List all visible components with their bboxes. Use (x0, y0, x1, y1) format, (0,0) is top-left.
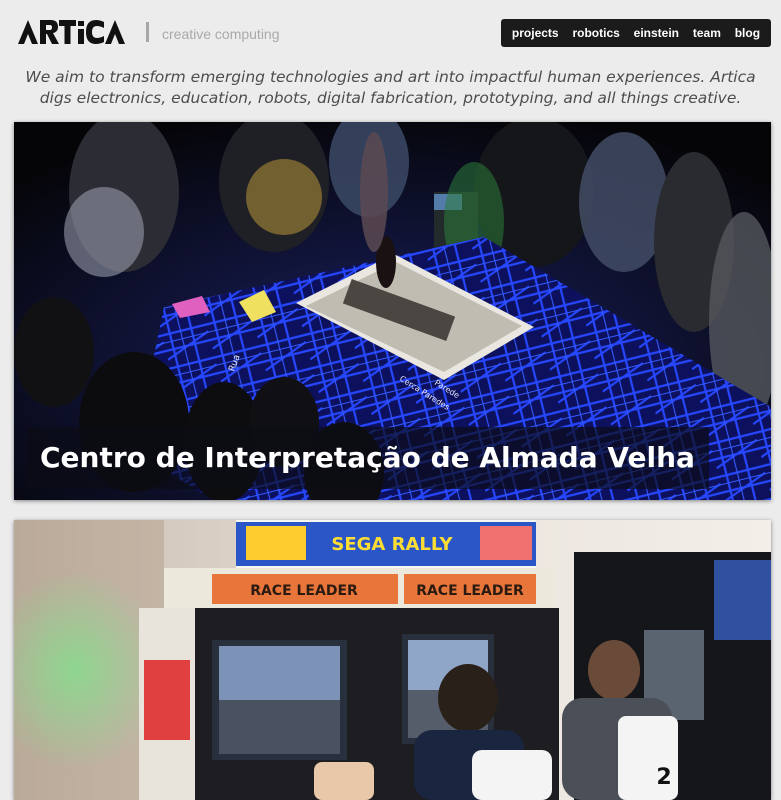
svg-text:2: 2 (656, 765, 671, 790)
logo-divider (146, 22, 149, 42)
artica-logo[interactable] (18, 20, 126, 44)
svg-text:RACE LEADER: RACE LEADER (416, 583, 524, 599)
nav-projects[interactable]: projects (509, 26, 562, 40)
nav-team[interactable]: team (690, 26, 724, 40)
nav-blog[interactable]: blog (732, 26, 763, 40)
site-header: creative computing projects robotics ein… (0, 0, 781, 66)
project-card-almada[interactable]: Rua Cerca Paredes Parede Centro de Inter… (14, 122, 771, 500)
svg-text:RACE LEADER: RACE LEADER (250, 583, 358, 599)
intro-text: We aim to transform emerging technologie… (25, 68, 756, 107)
main-nav: projects robotics einstein team blog (501, 19, 771, 47)
project-image-arcade: SEGA RALLY RACE LEADER RACE LEADER 2 (14, 520, 771, 800)
project-card-arcade[interactable]: SEGA RALLY RACE LEADER RACE LEADER 2 (14, 520, 771, 800)
project-title[interactable]: Centro de Interpretação de Almada Velha (27, 427, 709, 489)
site-tagline: creative computing (162, 26, 280, 42)
nav-robotics[interactable]: robotics (569, 26, 622, 40)
svg-text:SEGA RALLY: SEGA RALLY (331, 534, 453, 555)
nav-einstein[interactable]: einstein (631, 26, 682, 40)
